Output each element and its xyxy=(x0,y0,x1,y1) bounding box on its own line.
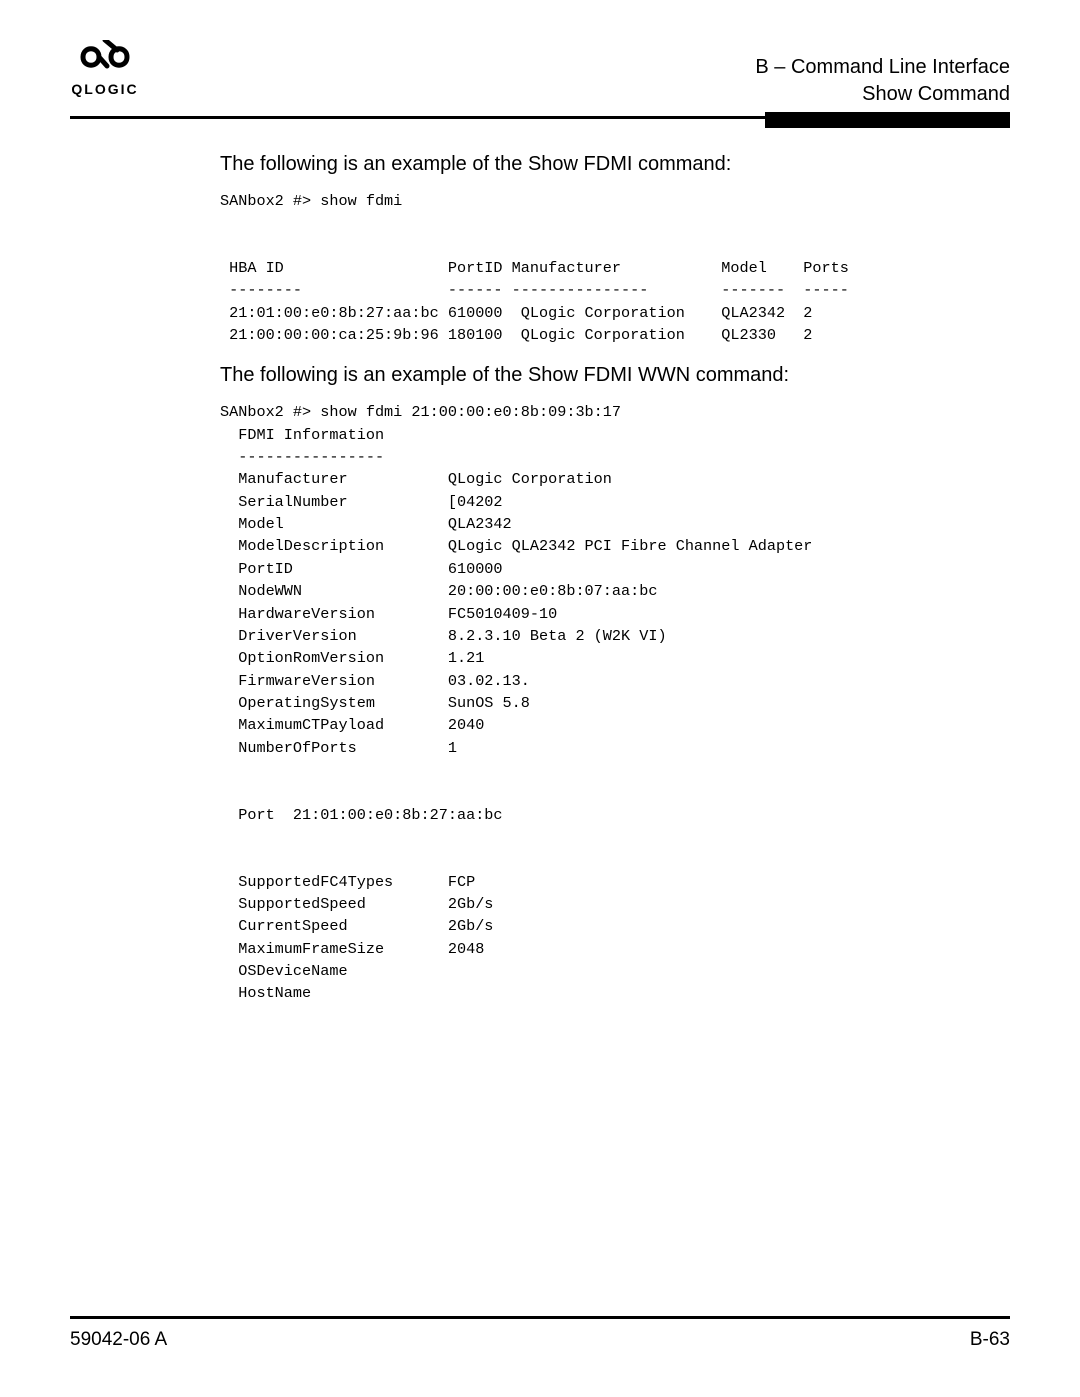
page-footer: 59042-06 A B-63 xyxy=(70,1316,1010,1351)
content-area: The following is an example of the Show … xyxy=(220,153,980,1005)
code-block-show-fdmi-wwn: SANbox2 #> show fdmi 21:00:00:e0:8b:09:3… xyxy=(220,401,980,1004)
footer-row: 59042-06 A B-63 xyxy=(70,1329,1010,1351)
header-line-1: B – Command Line Interface xyxy=(755,54,1010,81)
footer-page-number: B-63 xyxy=(970,1329,1010,1351)
footer-doc-id: 59042-06 A xyxy=(70,1329,167,1351)
logo-icon xyxy=(70,40,140,80)
intro-text-2: The following is an example of the Show … xyxy=(220,364,980,387)
intro-text-1: The following is an example of the Show … xyxy=(220,153,980,176)
header-black-tab xyxy=(765,112,1010,128)
page-header: QLOGIC B – Command Line Interface Show C… xyxy=(70,40,1010,108)
code-block-show-fdmi: SANbox2 #> show fdmi HBA ID PortID Manuf… xyxy=(220,190,980,346)
header-title-block: B – Command Line Interface Show Command xyxy=(755,54,1010,108)
page: QLOGIC B – Command Line Interface Show C… xyxy=(0,0,1080,1397)
logo-text: QLOGIC xyxy=(70,82,140,96)
logo: QLOGIC xyxy=(70,40,140,96)
header-line-2: Show Command xyxy=(755,81,1010,108)
footer-rule xyxy=(70,1316,1010,1319)
